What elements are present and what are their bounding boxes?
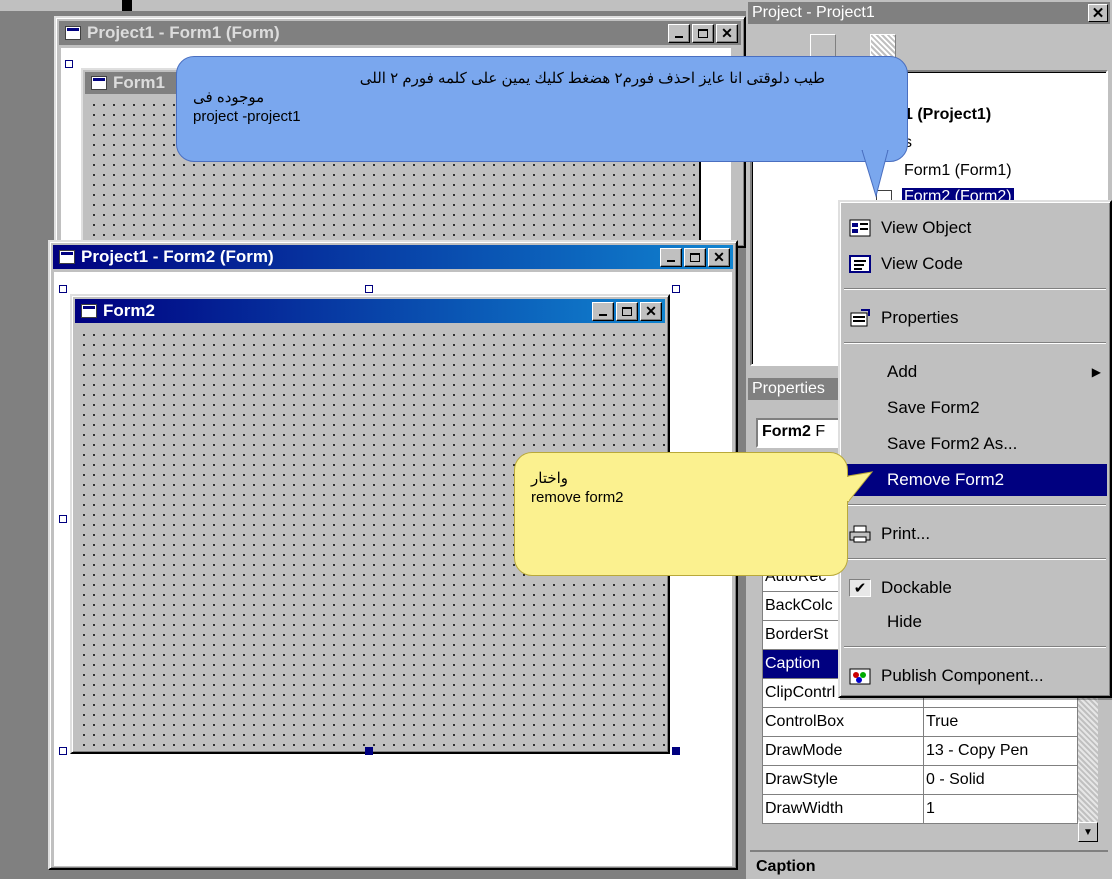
- form1-inner-title: Form1: [113, 73, 165, 92]
- selection-handle[interactable]: [59, 515, 67, 523]
- menu-item-view-code[interactable]: View Code: [843, 248, 1107, 280]
- callout-pointer: [847, 471, 874, 504]
- selection-handle[interactable]: [59, 747, 67, 755]
- callout-text: واختار: [531, 470, 569, 487]
- form-icon: [65, 26, 81, 40]
- form-icon: [59, 250, 75, 264]
- callout-text: موجوده فى: [193, 89, 265, 106]
- menu-item-label: Save Form2 As...: [887, 434, 1018, 453]
- maximize-button[interactable]: [684, 247, 706, 267]
- checkmark-icon: ✔: [849, 579, 871, 597]
- close-button[interactable]: ✕: [1088, 4, 1108, 22]
- property-value[interactable]: 1: [923, 794, 1078, 824]
- menu-item-label: Save Form2: [887, 398, 980, 417]
- scroll-down-button[interactable]: ▼: [1078, 822, 1098, 842]
- publish-icon: [849, 667, 871, 685]
- menu-item-label: View Object: [881, 218, 972, 237]
- form-icon: [91, 76, 107, 90]
- callout-text: project -project1: [193, 108, 301, 125]
- menu-item-save-form-as[interactable]: Save Form2 As...: [843, 428, 1107, 460]
- property-description: Caption: [750, 850, 1108, 879]
- minimize-button[interactable]: [668, 23, 690, 43]
- properties-icon: [849, 309, 871, 327]
- callout-pointer: [861, 150, 889, 198]
- menu-separator: [844, 504, 1106, 506]
- callout-text: remove form2: [531, 489, 624, 506]
- selection-handle[interactable]: [672, 747, 680, 755]
- selection-handle[interactable]: [672, 285, 680, 293]
- maximize-button[interactable]: [692, 23, 714, 43]
- property-name: DrawWidth: [762, 794, 924, 824]
- annotation-callout-top: طيب دلوقتى انا عايز احذف فورم٢ هضغط كليك…: [176, 56, 908, 162]
- property-name: DrawStyle: [762, 765, 924, 795]
- menu-item-label: Remove Form2: [887, 470, 1005, 489]
- form2-inner-title: Form2: [103, 301, 155, 320]
- selection-handle[interactable]: [65, 60, 73, 68]
- menu-item-publish-component[interactable]: Publish Component...: [843, 660, 1107, 692]
- menu-separator: [844, 342, 1106, 344]
- tree-item-project[interactable]: 1 (Project1): [904, 106, 991, 124]
- selection-handle[interactable]: [365, 285, 373, 293]
- property-value[interactable]: 0 - Solid: [923, 765, 1078, 795]
- object-name: Form2: [762, 423, 811, 440]
- description-title: Caption: [756, 858, 816, 875]
- context-menu: View Object View Code Properties Add ▶ S…: [838, 200, 1112, 698]
- menu-item-label: Hide: [887, 612, 922, 631]
- submenu-arrow-icon: ▶: [1091, 365, 1101, 379]
- property-row[interactable]: DrawMode 13 - Copy Pen: [762, 736, 1078, 766]
- menu-item-label: Add: [887, 362, 918, 381]
- printer-icon: [849, 525, 871, 543]
- object-type: F: [815, 423, 826, 440]
- property-name: DrawMode: [762, 736, 924, 766]
- menu-item-label: View Code: [881, 254, 963, 273]
- callout-text: طيب دلوقتى انا عايز احذف فورم٢ هضغط كليك…: [359, 70, 825, 87]
- property-name: ControlBox: [762, 707, 924, 737]
- property-value[interactable]: 13 - Copy Pen: [923, 736, 1078, 766]
- annotation-callout-bottom: واختار remove form2: [514, 452, 848, 576]
- menu-item-properties[interactable]: Properties: [843, 302, 1107, 334]
- minimize-button[interactable]: [660, 247, 682, 267]
- property-row[interactable]: ControlBox True: [762, 707, 1078, 737]
- form1-window-title: Project1 - Form1 (Form): [87, 23, 280, 42]
- close-button[interactable]: ✕: [640, 301, 662, 321]
- form2-window-titlebar[interactable]: Project1 - Form2 (Form) ✕: [53, 245, 733, 269]
- project-explorer-titlebar[interactable]: Project - Project1 ✕: [748, 2, 1110, 24]
- menu-separator: [844, 288, 1106, 290]
- selection-handle[interactable]: [59, 285, 67, 293]
- menu-separator: [844, 558, 1106, 560]
- dark-block: [122, 0, 132, 11]
- selection-handle[interactable]: [365, 747, 373, 755]
- form-icon: [81, 304, 97, 318]
- form2-inner-titlebar[interactable]: Form2 ✕: [75, 299, 665, 323]
- menu-item-label: Dockable: [881, 578, 952, 597]
- minimize-button[interactable]: [592, 301, 614, 321]
- menu-item-label: Publish Component...: [881, 666, 1044, 685]
- menu-item-print[interactable]: Print...: [843, 518, 1107, 550]
- menu-item-remove-form[interactable]: Remove Form2: [843, 464, 1107, 496]
- menu-item-label: Properties: [881, 308, 959, 327]
- form1-window-titlebar[interactable]: Project1 - Form1 (Form) ✕: [59, 21, 741, 45]
- menu-item-add[interactable]: Add ▶: [843, 356, 1107, 388]
- maximize-button[interactable]: [616, 301, 638, 321]
- properties-title: Properties: [752, 380, 825, 397]
- tree-item-form1[interactable]: Form1 (Form1): [904, 162, 1012, 180]
- property-row[interactable]: DrawWidth 1: [762, 794, 1078, 824]
- view-code-icon: [849, 255, 871, 273]
- menu-item-save-form[interactable]: Save Form2: [843, 392, 1107, 424]
- menu-item-label: Print...: [881, 524, 931, 543]
- menu-separator: [844, 646, 1106, 648]
- close-button[interactable]: ✕: [716, 23, 738, 43]
- property-row[interactable]: DrawStyle 0 - Solid: [762, 765, 1078, 795]
- menu-item-hide[interactable]: Hide: [843, 606, 1107, 638]
- menu-item-dockable[interactable]: ✔ Dockable: [843, 572, 1107, 604]
- close-button[interactable]: ✕: [708, 247, 730, 267]
- view-object-icon: [849, 219, 871, 237]
- form2-window-title: Project1 - Form2 (Form): [81, 247, 274, 266]
- property-value[interactable]: True: [923, 707, 1078, 737]
- menu-item-view-object[interactable]: View Object: [843, 212, 1107, 244]
- project-explorer-title: Project - Project1: [752, 4, 875, 21]
